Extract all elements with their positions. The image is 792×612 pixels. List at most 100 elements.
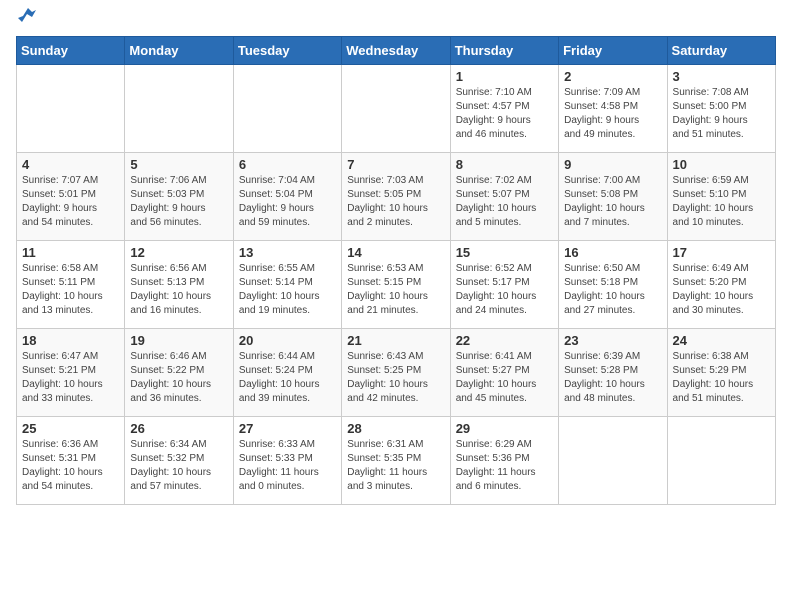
day-content: Sunrise: 7:04 AMSunset: 5:04 PMDaylight:… (239, 174, 336, 230)
calendar-cell: 3 Sunrise: 7:08 AMSunset: 5:00 PMDaylight… (667, 65, 775, 153)
day-content: Sunrise: 7:06 AMSunset: 5:03 PMDaylight:… (130, 174, 227, 230)
calendar-header-monday: Monday (125, 37, 233, 65)
calendar-cell: 24 Sunrise: 6:38 AMSunset: 5:29 PMDayligh… (667, 329, 775, 417)
day-number: 14 (347, 245, 444, 260)
calendar-week-row-3: 11 Sunrise: 6:58 AMSunset: 5:11 PMDayligh… (17, 241, 776, 329)
day-number: 22 (456, 333, 553, 348)
calendar-cell: 11 Sunrise: 6:58 AMSunset: 5:11 PMDayligh… (17, 241, 125, 329)
day-content: Sunrise: 6:52 AMSunset: 5:17 PMDaylight:… (456, 262, 553, 318)
day-number: 7 (347, 157, 444, 172)
calendar-table: SundayMondayTuesdayWednesdayThursdayFrid… (16, 36, 776, 505)
day-number: 19 (130, 333, 227, 348)
calendar-cell: 19 Sunrise: 6:46 AMSunset: 5:22 PMDayligh… (125, 329, 233, 417)
calendar-cell: 21 Sunrise: 6:43 AMSunset: 5:25 PMDayligh… (342, 329, 450, 417)
day-content: Sunrise: 6:59 AMSunset: 5:10 PMDaylight:… (673, 174, 770, 230)
day-number: 27 (239, 421, 336, 436)
calendar-cell: 13 Sunrise: 6:55 AMSunset: 5:14 PMDayligh… (233, 241, 341, 329)
day-content: Sunrise: 7:10 AMSunset: 4:57 PMDaylight:… (456, 86, 553, 142)
day-content: Sunrise: 6:29 AMSunset: 5:36 PMDaylight:… (456, 438, 553, 494)
day-content: Sunrise: 6:56 AMSunset: 5:13 PMDaylight:… (130, 262, 227, 318)
calendar-cell: 29Sunrise: 6:29 AMSunset: 5:36 PMDayligh… (450, 417, 558, 505)
day-number: 13 (239, 245, 336, 260)
day-number: 18 (22, 333, 119, 348)
day-number: 10 (673, 157, 770, 172)
calendar-header-thursday: Thursday (450, 37, 558, 65)
day-content: Sunrise: 6:47 AMSunset: 5:21 PMDaylight:… (22, 350, 119, 406)
day-content: Sunrise: 6:49 AMSunset: 5:20 PMDaylight:… (673, 262, 770, 318)
day-number: 6 (239, 157, 336, 172)
day-number: 11 (22, 245, 119, 260)
day-content: Sunrise: 7:00 AMSunset: 5:08 PMDaylight:… (564, 174, 661, 230)
calendar-cell: 2Sunrise: 7:09 AMSunset: 4:58 PMDaylight… (559, 65, 667, 153)
calendar-cell: 20 Sunrise: 6:44 AMSunset: 5:24 PMDayligh… (233, 329, 341, 417)
day-content: Sunrise: 6:31 AMSunset: 5:35 PMDaylight:… (347, 438, 444, 494)
day-number: 20 (239, 333, 336, 348)
calendar-cell: 8 Sunrise: 7:02 AMSunset: 5:07 PMDaylight… (450, 153, 558, 241)
calendar-cell: 17 Sunrise: 6:49 AMSunset: 5:20 PMDayligh… (667, 241, 775, 329)
calendar-cell: 28 Sunrise: 6:31 AMSunset: 5:35 PMDayligh… (342, 417, 450, 505)
calendar-cell: 5 Sunrise: 7:06 AMSunset: 5:03 PMDaylight… (125, 153, 233, 241)
day-number: 16 (564, 245, 661, 260)
calendar-cell: 22 Sunrise: 6:41 AMSunset: 5:27 PMDayligh… (450, 329, 558, 417)
day-content: Sunrise: 7:02 AMSunset: 5:07 PMDaylight:… (456, 174, 553, 230)
day-content: Sunrise: 6:39 AMSunset: 5:28 PMDaylight:… (564, 350, 661, 406)
calendar-cell: 12 Sunrise: 6:56 AMSunset: 5:13 PMDayligh… (125, 241, 233, 329)
day-number: 5 (130, 157, 227, 172)
day-number: 8 (456, 157, 553, 172)
day-number: 9 (564, 157, 661, 172)
calendar-cell (125, 65, 233, 153)
day-number: 15 (456, 245, 553, 260)
day-number: 28 (347, 421, 444, 436)
calendar-header-tuesday: Tuesday (233, 37, 341, 65)
day-content: Sunrise: 6:58 AMSunset: 5:11 PMDaylight:… (22, 262, 119, 318)
calendar-week-row-2: 4 Sunrise: 7:07 AMSunset: 5:01 PMDaylight… (17, 153, 776, 241)
calendar-cell: 23 Sunrise: 6:39 AMSunset: 5:28 PMDayligh… (559, 329, 667, 417)
day-content: Sunrise: 6:34 AMSunset: 5:32 PMDaylight:… (130, 438, 227, 494)
page-header (16, 16, 776, 26)
day-number: 12 (130, 245, 227, 260)
calendar-header-row: SundayMondayTuesdayWednesdayThursdayFrid… (17, 37, 776, 65)
calendar-cell: 10 Sunrise: 6:59 AMSunset: 5:10 PMDayligh… (667, 153, 775, 241)
calendar-cell (233, 65, 341, 153)
calendar-cell (559, 417, 667, 505)
logo-bird-icon (18, 8, 36, 26)
day-number: 1 (456, 69, 553, 84)
day-content: Sunrise: 6:50 AMSunset: 5:18 PMDaylight:… (564, 262, 661, 318)
day-content: Sunrise: 7:07 AMSunset: 5:01 PMDaylight:… (22, 174, 119, 230)
calendar-header-saturday: Saturday (667, 37, 775, 65)
day-content: Sunrise: 6:41 AMSunset: 5:27 PMDaylight:… (456, 350, 553, 406)
day-number: 21 (347, 333, 444, 348)
calendar-week-row-5: 25Sunrise: 6:36 AMSunset: 5:31 PMDayligh… (17, 417, 776, 505)
day-number: 23 (564, 333, 661, 348)
calendar-cell: 1 Sunrise: 7:10 AMSunset: 4:57 PMDaylight… (450, 65, 558, 153)
calendar-cell: 14 Sunrise: 6:53 AMSunset: 5:15 PMDayligh… (342, 241, 450, 329)
day-number: 3 (673, 69, 770, 84)
day-content: Sunrise: 7:03 AMSunset: 5:05 PMDaylight:… (347, 174, 444, 230)
day-number: 24 (673, 333, 770, 348)
day-number: 4 (22, 157, 119, 172)
day-number: 26 (130, 421, 227, 436)
calendar-cell: 25Sunrise: 6:36 AMSunset: 5:31 PMDayligh… (17, 417, 125, 505)
calendar-cell: 27 Sunrise: 6:33 AMSunset: 5:33 PMDayligh… (233, 417, 341, 505)
day-number: 17 (673, 245, 770, 260)
calendar-cell: 16 Sunrise: 6:50 AMSunset: 5:18 PMDayligh… (559, 241, 667, 329)
calendar-cell (667, 417, 775, 505)
day-content: Sunrise: 6:46 AMSunset: 5:22 PMDaylight:… (130, 350, 227, 406)
calendar-cell: 6 Sunrise: 7:04 AMSunset: 5:04 PMDaylight… (233, 153, 341, 241)
calendar-cell (17, 65, 125, 153)
day-content: Sunrise: 6:38 AMSunset: 5:29 PMDaylight:… (673, 350, 770, 406)
day-content: Sunrise: 6:43 AMSunset: 5:25 PMDaylight:… (347, 350, 444, 406)
calendar-cell: 9 Sunrise: 7:00 AMSunset: 5:08 PMDaylight… (559, 153, 667, 241)
day-content: Sunrise: 6:53 AMSunset: 5:15 PMDaylight:… (347, 262, 444, 318)
day-content: Sunrise: 6:44 AMSunset: 5:24 PMDaylight:… (239, 350, 336, 406)
calendar-cell: 7 Sunrise: 7:03 AMSunset: 5:05 PMDaylight… (342, 153, 450, 241)
calendar-header-friday: Friday (559, 37, 667, 65)
calendar-cell: 26 Sunrise: 6:34 AMSunset: 5:32 PMDayligh… (125, 417, 233, 505)
day-content: Sunrise: 7:09 AMSunset: 4:58 PMDaylight:… (564, 86, 661, 142)
calendar-week-row-4: 18 Sunrise: 6:47 AMSunset: 5:21 PMDayligh… (17, 329, 776, 417)
day-content: Sunrise: 7:08 AMSunset: 5:00 PMDaylight:… (673, 86, 770, 142)
day-content: Sunrise: 6:55 AMSunset: 5:14 PMDaylight:… (239, 262, 336, 318)
day-content: Sunrise: 6:33 AMSunset: 5:33 PMDaylight:… (239, 438, 336, 494)
calendar-cell: 4 Sunrise: 7:07 AMSunset: 5:01 PMDaylight… (17, 153, 125, 241)
calendar-cell (342, 65, 450, 153)
